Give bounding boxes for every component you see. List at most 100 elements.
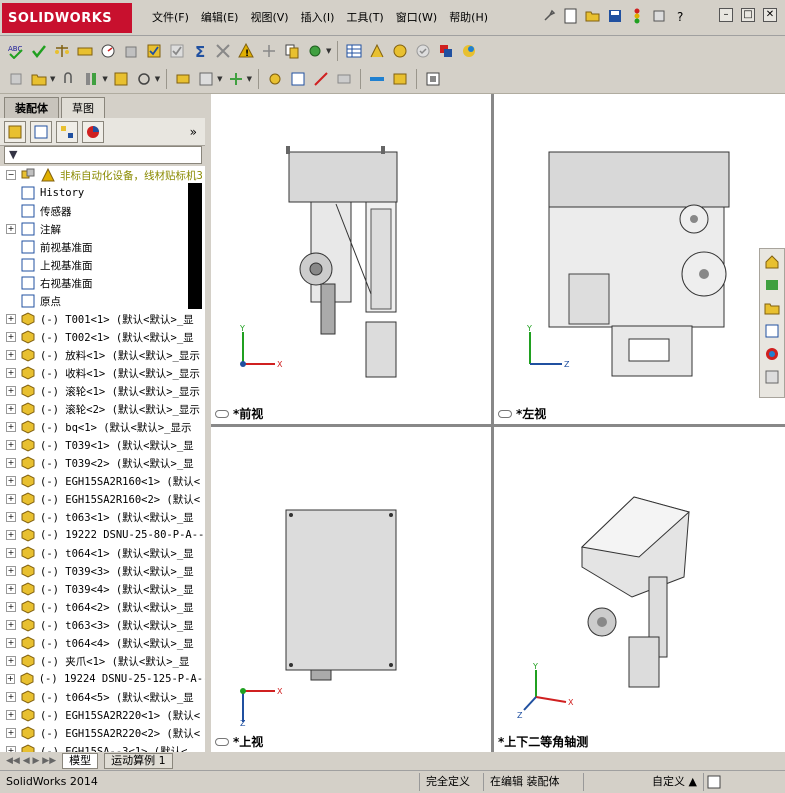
home-icon[interactable] [762,252,782,272]
help-icon[interactable]: ? [672,7,690,25]
gauge-icon[interactable] [98,41,118,61]
menu-insert[interactable]: 插入(I) [295,9,341,27]
expand-icon[interactable]: + [6,638,16,648]
expand-icon[interactable]: + [6,314,16,324]
tree-component[interactable]: + (-) 19224 DSNU-25-125-P-A-- [0,670,205,688]
expand-icon[interactable]: + [6,656,16,666]
gear-green-icon[interactable] [305,41,325,61]
tree-component[interactable]: + (-) T039<1> (默认<默认>_显 [0,436,205,454]
expand-icon[interactable]: + [6,620,16,630]
minimize-icon[interactable]: – [719,8,733,22]
tree-component[interactable]: + (-) bq<1> (默认<默认>_显示 [0,418,205,436]
spelling-icon[interactable]: ABC [6,41,26,61]
file-explorer-icon[interactable] [762,298,782,318]
color-icon[interactable] [436,41,456,61]
open-folder-icon[interactable] [584,7,602,25]
property-manager-icon[interactable] [30,120,52,143]
menu-edit[interactable]: 编辑(E) [195,9,245,27]
explode-icon[interactable] [226,69,246,89]
maximize-icon[interactable]: □ [741,8,755,22]
reference-geometry-icon[interactable] [196,69,216,89]
tree-component[interactable]: + (-) 滚轮<1> (默认<默认>_显示 [0,382,205,400]
appearance-icon[interactable] [459,41,479,61]
check-icon[interactable] [29,41,49,61]
viewport-left[interactable]: Y Z *左视 [494,94,785,424]
tree-component[interactable]: + (-) 滚轮<2> (默认<默认>_显示 [0,400,205,418]
menu-tools[interactable]: 工具(T) [340,9,389,27]
expand-icon[interactable]: + [6,728,16,738]
link-icon[interactable] [215,409,229,418]
expand-icon[interactable]: + [6,602,16,612]
design-library-icon[interactable] [762,275,782,295]
new-document-icon[interactable] [562,7,580,25]
tree-node[interactable]: + 注解 [0,220,205,238]
tree-scrollbar[interactable] [188,183,202,309]
close-icon[interactable]: ✕ [763,8,777,22]
interference-icon[interactable] [265,69,285,89]
display-manager-icon[interactable] [82,120,104,143]
tab-motion-study[interactable]: 运动算例 1 [104,753,173,769]
menu-view[interactable]: 视图(V) [244,9,294,27]
instant3d-icon[interactable] [311,69,331,89]
tree-component[interactable]: + (-) t064<2> (默认<默认>_显 [0,598,205,616]
insert-component-icon[interactable] [6,69,26,89]
expand-icon[interactable]: + [6,548,16,558]
tree-node[interactable]: History [0,184,205,202]
collapse-icon[interactable]: − [6,170,16,180]
bom-icon[interactable] [288,69,308,89]
options-icon[interactable] [650,7,668,25]
expand-icon[interactable]: + [6,350,16,360]
view-orientation-icon[interactable] [423,69,443,89]
assembly-feature-icon[interactable] [173,69,193,89]
expand-icon[interactable]: + [6,530,16,540]
rebuild-icon[interactable] [628,7,646,25]
viewport-front[interactable]: Y X *前视 [211,94,491,424]
tree-component[interactable]: + (-) t064<5> (默认<默认>_显 [0,688,205,706]
balance-icon[interactable] [52,41,72,61]
table-icon[interactable] [344,41,364,61]
dropdown-caret-icon[interactable]: ▼ [247,75,252,83]
tree-component[interactable]: + (-) t063<3> (默认<默认>_显 [0,616,205,634]
tree-component[interactable]: + (-) T039<2> (默认<默认>_显 [0,454,205,472]
pushpin-icon[interactable] [540,7,558,25]
save-icon[interactable] [606,7,624,25]
warning-icon[interactable]: ! [236,41,256,61]
sigma-icon[interactable]: Σ [190,41,210,61]
viewport-vertical-splitter[interactable] [491,94,494,752]
rotate-component-icon[interactable] [134,69,154,89]
snapshot-icon[interactable] [390,69,410,89]
viewport-top[interactable]: X Z *上视 [211,427,491,752]
tree-root[interactable]: − 非标自动化设备，线材贴标机3 [0,166,205,184]
expand-icon[interactable]: + [6,422,16,432]
expand-icon[interactable]: + [6,440,16,450]
smart-fastener-icon[interactable] [81,69,101,89]
expand-icon[interactable]: + [6,692,16,702]
intersect-icon[interactable] [213,41,233,61]
rebuild-status-icon[interactable] [704,772,724,792]
custom-properties-icon[interactable] [762,367,782,387]
menu-file[interactable]: 文件(F) [146,9,195,27]
tree-component[interactable]: + (-) T001<1> (默认<默认>_显 [0,310,205,328]
menu-help[interactable]: 帮助(H) [443,9,494,27]
expand-icon[interactable]: + [6,404,16,414]
tree-node[interactable]: 上视基准面 [0,256,205,274]
tree-component[interactable]: + (-) EGH15SA2R160<1> (默认< [0,472,205,490]
checkbox-icon[interactable] [144,41,164,61]
checkbox-grey-icon[interactable] [167,41,187,61]
paperclip-icon[interactable] [58,69,78,89]
tree-component[interactable]: + (-) 收料<1> (默认<默认>_显示 [0,364,205,382]
tree-component[interactable]: + (-) EGH15SA--3<1> (默认< [0,742,205,752]
dropdown-caret-icon[interactable]: ▼ [102,75,107,83]
tab-model[interactable]: 模型 [62,753,99,769]
tree-node[interactable]: 传感器 [0,202,205,220]
expand-icon[interactable]: + [6,566,16,576]
tab-sketch[interactable]: 草图 [61,97,105,118]
tab-scroll-arrows[interactable]: ◀◀ ◀ ▶ ▶▶ [6,756,56,766]
tree-component[interactable]: + (-) T002<1> (默认<默认>_显 [0,328,205,346]
configuration-icon[interactable] [56,120,78,143]
viewport-isometric[interactable]: Y X Z *上下二等角轴测 [494,427,785,752]
measure-icon[interactable] [75,41,95,61]
expand-icon[interactable]: + [6,386,16,396]
tree-component[interactable]: + (-) EGH15SA2R160<2> (默认< [0,490,205,508]
tree-component[interactable]: + (-) t064<4> (默认<默认>_显 [0,634,205,652]
